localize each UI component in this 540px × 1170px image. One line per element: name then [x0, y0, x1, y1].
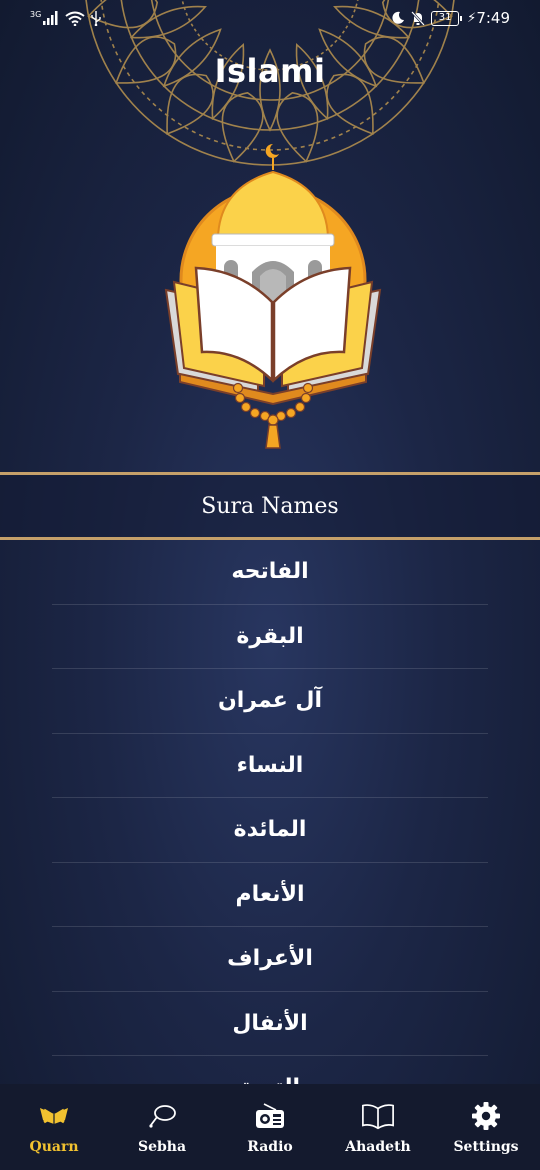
- app-title: Islami: [214, 52, 326, 90]
- book-icon: [361, 1099, 395, 1133]
- battery-level: 31: [438, 12, 452, 23]
- sura-list[interactable]: الفاتحه البقرة آل عمران النساء المائدة ا…: [52, 540, 488, 1085]
- nav-item-ahadeth[interactable]: Ahadeth: [324, 1099, 432, 1155]
- section-title: Sura Names: [201, 493, 339, 519]
- nav-label-ahadeth: Ahadeth: [345, 1139, 411, 1155]
- status-bar: 3G 31 ⚡ 7:49: [0, 0, 540, 36]
- mosque-quran-logo-icon: [164, 143, 382, 449]
- bottom-nav: Quarn Sebha Radio Ahadeth Settings: [0, 1084, 540, 1170]
- status-right: 31 ⚡ 7:49: [391, 9, 510, 27]
- list-item[interactable]: الأعراف: [52, 927, 488, 992]
- list-item[interactable]: الأنعام: [52, 863, 488, 927]
- nav-item-sebha[interactable]: Sebha: [108, 1099, 216, 1155]
- list-item[interactable]: الفاتحه: [52, 540, 488, 605]
- sura-names-header: Sura Names: [0, 472, 540, 540]
- quran-icon: [37, 1099, 71, 1133]
- nav-label-sebha: Sebha: [137, 1139, 187, 1155]
- wifi-icon: [65, 11, 85, 26]
- screen: 3G 31 ⚡ 7:49 Islami Sura Names الفاتحه ا…: [0, 0, 540, 1170]
- nav-label-radio: Radio: [247, 1139, 293, 1155]
- list-item[interactable]: النساء: [52, 734, 488, 798]
- nav-item-settings[interactable]: Settings: [432, 1099, 540, 1155]
- list-item[interactable]: الأنفال: [52, 992, 488, 1056]
- list-item[interactable]: المائدة: [52, 798, 488, 863]
- nav-label-quarn: Quarn: [29, 1139, 79, 1155]
- status-left: 3G: [30, 9, 101, 26]
- status-time: 7:49: [476, 9, 510, 27]
- nav-item-quarn[interactable]: Quarn: [0, 1099, 108, 1155]
- moon-icon: [392, 11, 405, 24]
- gear-icon: [469, 1099, 503, 1133]
- network-type: 3G: [30, 9, 42, 19]
- signal-icon: [43, 11, 58, 25]
- list-item[interactable]: آل عمران: [52, 669, 488, 734]
- radio-icon: [253, 1099, 287, 1133]
- nav-item-radio[interactable]: Radio: [216, 1099, 324, 1155]
- charging-icon: ⚡: [467, 10, 477, 26]
- list-item[interactable]: البقرة: [52, 605, 488, 669]
- usb-icon: [91, 10, 101, 26]
- mute-bell-icon: [411, 10, 426, 26]
- list-item[interactable]: التوبة: [52, 1056, 488, 1085]
- sebha-icon: [145, 1099, 179, 1133]
- nav-label-settings: Settings: [453, 1139, 519, 1155]
- battery-icon: 31: [431, 10, 463, 26]
